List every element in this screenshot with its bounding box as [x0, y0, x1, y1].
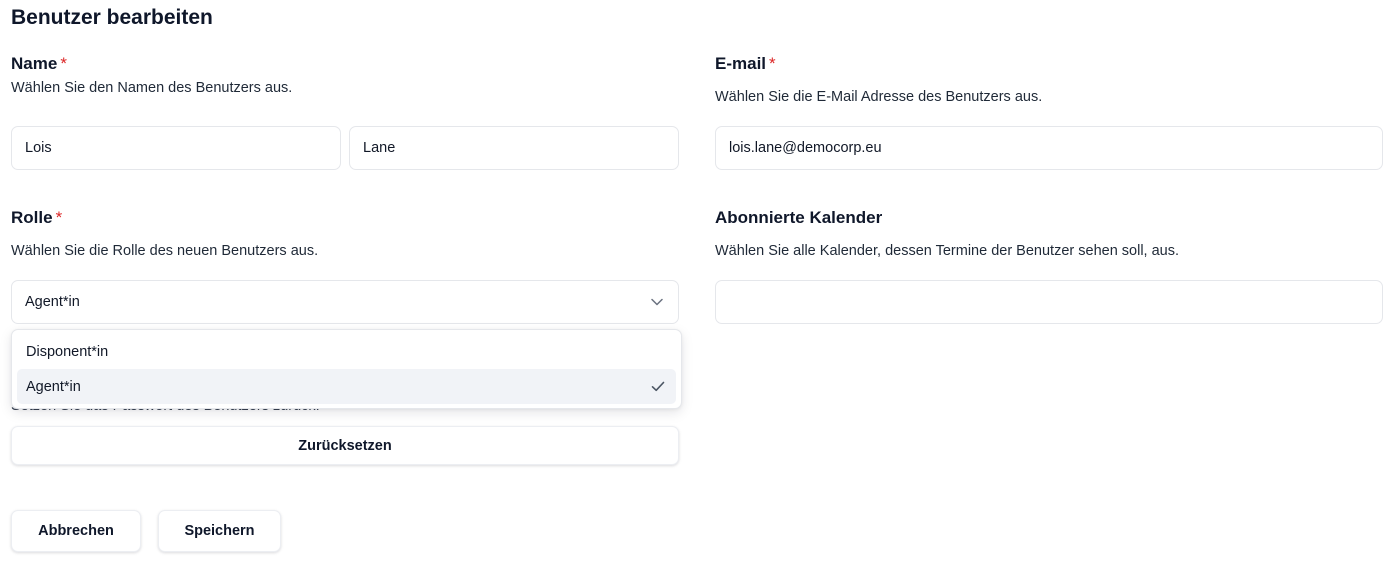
calendar-multiselect[interactable] — [715, 280, 1383, 324]
role-description: Wählen Sie die Rolle des neuen Benutzers… — [11, 243, 319, 259]
role-label-text: Rolle — [11, 208, 53, 227]
name-label: Name * — [11, 54, 67, 74]
cancel-button[interactable]: Abbrechen — [11, 510, 141, 552]
first-name-input[interactable] — [11, 126, 341, 170]
option-label: Disponent*in — [26, 343, 109, 360]
email-input[interactable] — [715, 126, 1383, 170]
email-label-text: E-mail — [715, 54, 767, 73]
role-label: Rolle * — [11, 208, 62, 228]
email-description: Wählen Sie die E-Mail Adresse des Benutz… — [715, 89, 1043, 105]
required-mark: * — [60, 54, 67, 73]
email-label: E-mail * — [715, 54, 776, 74]
role-dropdown-menu: Disponent*in Agent*in — [11, 329, 682, 409]
role-option-agent[interactable]: Agent*in — [17, 369, 676, 404]
edit-user-form: Benutzer bearbeiten Name * Wählen Sie den… — [0, 0, 1395, 563]
required-mark: * — [769, 54, 776, 73]
calendar-label: Abonnierte Kalender — [715, 208, 882, 228]
check-icon — [650, 379, 666, 395]
chevron-down-icon — [650, 295, 664, 309]
calendar-description: Wählen Sie alle Kalender, dessen Termine… — [715, 243, 1180, 259]
required-mark: * — [55, 208, 63, 227]
option-label: Agent*in — [26, 378, 81, 395]
save-button[interactable]: Speichern — [158, 510, 281, 552]
page-title: Benutzer bearbeiten — [11, 6, 213, 29]
calendar-label-text: Abonnierte Kalender — [715, 208, 883, 227]
role-select[interactable]: Agent*in — [11, 280, 679, 324]
last-name-input[interactable] — [349, 126, 679, 170]
name-label-text: Name — [11, 54, 58, 73]
name-description: Wählen Sie den Namen des Benutzers aus. — [11, 80, 293, 96]
reset-password-button[interactable]: Zurücksetzen — [11, 426, 679, 465]
role-select-value: Agent*in — [25, 294, 80, 310]
role-option-disponent[interactable]: Disponent*in — [17, 334, 676, 369]
